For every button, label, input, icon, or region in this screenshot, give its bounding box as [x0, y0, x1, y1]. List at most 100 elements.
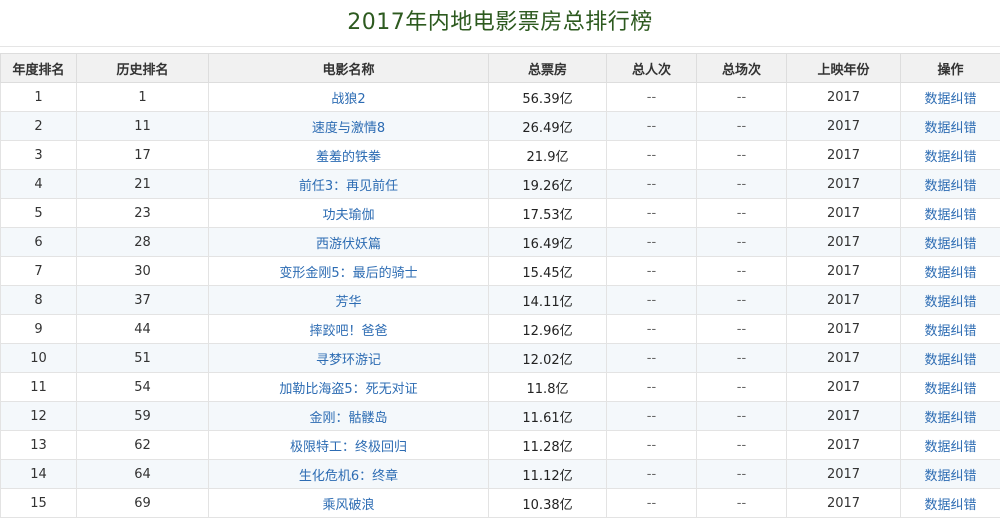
total-gross-cell: 21.9亿: [488, 140, 607, 170]
report-error-link[interactable]: 数据纠错: [924, 208, 976, 223]
total-gross-cell: 12.02亿: [488, 343, 607, 373]
movie-title-link[interactable]: 战狼2: [331, 92, 365, 107]
report-error-cell: 数据纠错: [900, 140, 1000, 170]
col-header-attendance: 总人次: [606, 53, 697, 83]
table-row: 4 21 前任3：再见前任 19.26亿 -- -- 2017 数据纠错: [0, 169, 1000, 199]
table-row: 2 11 速度与激情8 26.49亿 -- -- 2017 数据纠错: [0, 111, 1000, 141]
attendance-cell: --: [606, 285, 697, 315]
movie-title-cell: 加勒比海盗5：死无对证: [208, 372, 489, 402]
year-rank-cell: 8: [0, 285, 77, 315]
year-rank-cell: 5: [0, 198, 77, 228]
movie-title-link[interactable]: 芳华: [335, 295, 361, 310]
report-error-link[interactable]: 数据纠错: [924, 150, 976, 165]
history-rank-cell: 59: [76, 401, 209, 431]
movie-title-link[interactable]: 羞羞的铁拳: [316, 150, 381, 165]
table-row: 8 37 芳华 14.11亿 -- -- 2017 数据纠错: [0, 285, 1000, 315]
col-header-movie-title: 电影名称: [208, 53, 489, 83]
release-year-cell: 2017: [786, 314, 901, 344]
year-rank-cell: 6: [0, 227, 77, 257]
year-rank-cell: 10: [0, 343, 77, 373]
movie-title-link[interactable]: 摔跤吧！爸爸: [309, 324, 387, 339]
movie-title-link[interactable]: 寻梦环游记: [316, 353, 381, 368]
movie-title-link[interactable]: 生化危机6：终章: [299, 469, 398, 484]
screenings-cell: --: [696, 140, 787, 170]
report-error-link[interactable]: 数据纠错: [924, 469, 976, 484]
table-row: 13 62 极限特工：终极回归 11.28亿 -- -- 2017 数据纠错: [0, 430, 1000, 460]
table-row: 6 28 西游伏妖篇 16.49亿 -- -- 2017 数据纠错: [0, 227, 1000, 257]
report-error-link[interactable]: 数据纠错: [924, 295, 976, 310]
year-rank-cell: 4: [0, 169, 77, 199]
screenings-cell: --: [696, 488, 787, 518]
release-year-cell: 2017: [786, 401, 901, 431]
attendance-cell: --: [606, 372, 697, 402]
total-gross-cell: 12.96亿: [488, 314, 607, 344]
report-error-cell: 数据纠错: [900, 343, 1000, 373]
movie-title-link[interactable]: 功夫瑜伽: [322, 208, 374, 223]
movie-title-link[interactable]: 乘风破浪: [322, 498, 374, 513]
report-error-link[interactable]: 数据纠错: [924, 498, 976, 513]
movie-title-cell: 西游伏妖篇: [208, 227, 489, 257]
attendance-cell: --: [606, 140, 697, 170]
release-year-cell: 2017: [786, 285, 901, 315]
year-rank-cell: 3: [0, 140, 77, 170]
attendance-cell: --: [606, 227, 697, 257]
attendance-cell: --: [606, 430, 697, 460]
total-gross-cell: 11.8亿: [488, 372, 607, 402]
history-rank-cell: 30: [76, 256, 209, 286]
col-header-screenings: 总场次: [696, 53, 787, 83]
table-body: 1 1 战狼2 56.39亿 -- -- 2017 数据纠错 2 11 速度与激情8 26.49亿 --…: [0, 82, 1000, 518]
table-row: 3 17 羞羞的铁拳 21.9亿 -- -- 2017 数据纠错: [0, 140, 1000, 170]
year-rank-cell: 15: [0, 488, 77, 518]
history-rank-cell: 69: [76, 488, 209, 518]
history-rank-cell: 17: [76, 140, 209, 170]
year-rank-cell: 7: [0, 256, 77, 286]
movie-title-link[interactable]: 加勒比海盗5：死无对证: [279, 382, 417, 397]
movie-title-link[interactable]: 金刚：骷髅岛: [309, 411, 387, 426]
report-error-link[interactable]: 数据纠错: [924, 382, 976, 397]
total-gross-cell: 19.26亿: [488, 169, 607, 199]
movie-title-cell: 速度与激情8: [208, 111, 489, 141]
report-error-cell: 数据纠错: [900, 256, 1000, 286]
movie-title-link[interactable]: 变形金刚5：最后的骑士: [279, 266, 417, 281]
report-error-link[interactable]: 数据纠错: [924, 121, 976, 136]
movie-title-link[interactable]: 西游伏妖篇: [316, 237, 381, 252]
year-rank-cell: 14: [0, 459, 77, 489]
movie-title-link[interactable]: 极限特工：终极回归: [290, 440, 407, 455]
history-rank-cell: 37: [76, 285, 209, 315]
release-year-cell: 2017: [786, 372, 901, 402]
movie-title-cell: 寻梦环游记: [208, 343, 489, 373]
report-error-link[interactable]: 数据纠错: [924, 440, 976, 455]
table-row: 9 44 摔跤吧！爸爸 12.96亿 -- -- 2017 数据纠错: [0, 314, 1000, 344]
total-gross-cell: 11.12亿: [488, 459, 607, 489]
movie-title-link[interactable]: 前任3：再见前任: [299, 179, 398, 194]
report-error-link[interactable]: 数据纠错: [924, 92, 976, 107]
screenings-cell: --: [696, 372, 787, 402]
report-error-link[interactable]: 数据纠错: [924, 411, 976, 426]
screenings-cell: --: [696, 227, 787, 257]
page-title: 2017年内地电影票房总排行榜: [347, 10, 653, 35]
history-rank-cell: 51: [76, 343, 209, 373]
total-gross-cell: 17.53亿: [488, 198, 607, 228]
report-error-link[interactable]: 数据纠错: [924, 353, 976, 368]
report-error-link[interactable]: 数据纠错: [924, 179, 976, 194]
total-gross-cell: 56.39亿: [488, 82, 607, 112]
movie-title-cell: 乘风破浪: [208, 488, 489, 518]
year-rank-cell: 13: [0, 430, 77, 460]
attendance-cell: --: [606, 343, 697, 373]
attendance-cell: --: [606, 82, 697, 112]
report-error-link[interactable]: 数据纠错: [924, 324, 976, 339]
history-rank-cell: 11: [76, 111, 209, 141]
release-year-cell: 2017: [786, 169, 901, 199]
table-row: 5 23 功夫瑜伽 17.53亿 -- -- 2017 数据纠错: [0, 198, 1000, 228]
movie-title-link[interactable]: 速度与激情8: [312, 121, 385, 136]
release-year-cell: 2017: [786, 82, 901, 112]
report-error-link[interactable]: 数据纠错: [924, 237, 976, 252]
year-rank-cell: 9: [0, 314, 77, 344]
report-error-link[interactable]: 数据纠错: [924, 266, 976, 281]
table-row: 10 51 寻梦环游记 12.02亿 -- -- 2017 数据纠错: [0, 343, 1000, 373]
title-divider: [0, 46, 1000, 47]
total-gross-cell: 10.38亿: [488, 488, 607, 518]
attendance-cell: --: [606, 314, 697, 344]
total-gross-cell: 26.49亿: [488, 111, 607, 141]
screenings-cell: --: [696, 256, 787, 286]
